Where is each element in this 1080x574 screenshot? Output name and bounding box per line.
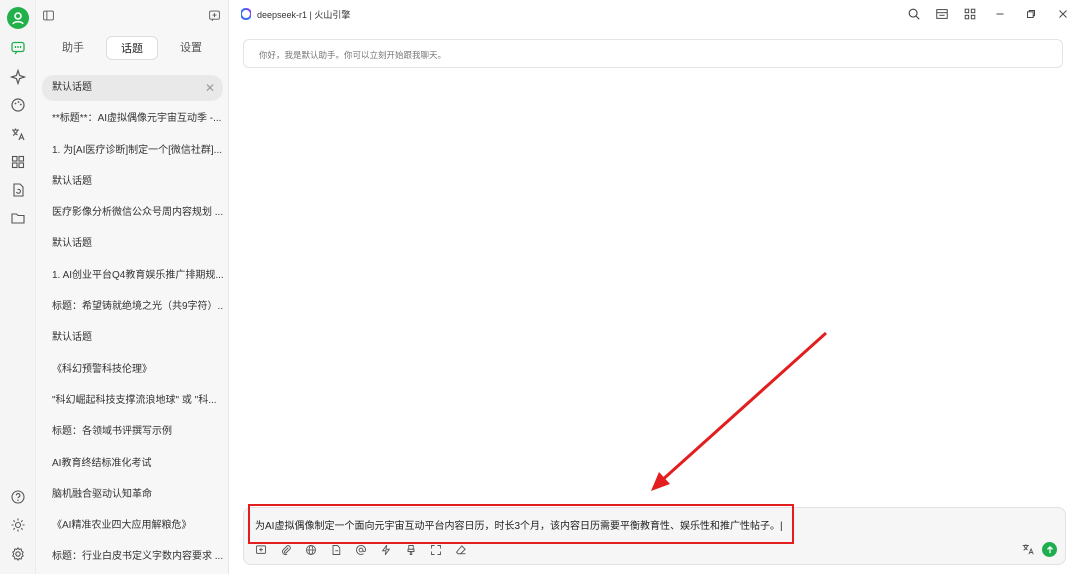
- brightness-icon[interactable]: [10, 517, 26, 533]
- highlight-box: [248, 504, 794, 544]
- topic-item[interactable]: 标题：各领域书评撰写示例: [42, 419, 223, 450]
- title-bar: deepseek-r1 | 火山引擎: [229, 0, 1080, 28]
- close-icon[interactable]: ✕: [205, 75, 215, 101]
- topic-item[interactable]: **标题**：AI虚拟偶像元宇宙互动季 -...: [42, 106, 223, 137]
- window-title: deepseek-r1 | 火山引擎: [257, 10, 351, 20]
- sparkle-icon[interactable]: [10, 69, 26, 85]
- user-icon: [12, 12, 24, 25]
- topic-label: 默认话题: [52, 82, 92, 93]
- eraser-icon[interactable]: [454, 543, 468, 557]
- tab-settings[interactable]: 设置: [165, 36, 217, 60]
- topic-list: 默认话题 ✕ **标题**：AI虚拟偶像元宇宙互动季 -... 1. 为[AI医疗…: [42, 75, 223, 574]
- topics-panel: 助手 话题 设置 默认话题 ✕ **标题**：AI虚拟偶像元宇宙互动季 -... …: [36, 0, 229, 574]
- translate-icon[interactable]: [1021, 542, 1035, 556]
- send-button[interactable]: [1042, 542, 1057, 557]
- icon-rail: [0, 0, 36, 574]
- topic-item[interactable]: AI教育终结标准化考试: [42, 451, 223, 482]
- minimize-icon[interactable]: [992, 6, 1008, 22]
- restore-icon[interactable]: [1023, 6, 1039, 22]
- web-search-icon[interactable]: [304, 543, 318, 557]
- topic-item[interactable]: 标题：希望铸就绝境之光（共9字符）...: [42, 294, 223, 325]
- user-avatar[interactable]: [7, 7, 29, 29]
- topic-item[interactable]: 脑机融合驱动认知革命: [42, 482, 223, 513]
- knowledge-base-icon[interactable]: [329, 543, 343, 557]
- topic-item[interactable]: 《AI精准农业四大应用解粮危》: [42, 513, 223, 544]
- topic-item[interactable]: 默认话题: [42, 169, 223, 200]
- help-icon[interactable]: [10, 489, 26, 505]
- tab-topics[interactable]: 话题: [106, 36, 158, 60]
- chat-icon[interactable]: [10, 40, 26, 56]
- panel-tabs: 助手 话题 设置: [36, 36, 229, 60]
- clear-brush-icon[interactable]: [404, 543, 418, 557]
- topic-item[interactable]: 标题：行业白皮书定义字数内容要求 ...: [42, 544, 223, 574]
- apps-grid-icon[interactable]: [962, 6, 978, 22]
- attachment-icon[interactable]: [279, 543, 293, 557]
- new-topic-icon[interactable]: [206, 7, 222, 23]
- arrow-up-icon: [1046, 545, 1053, 553]
- collapse-sidebar-icon[interactable]: [40, 7, 56, 23]
- mention-icon[interactable]: [354, 543, 368, 557]
- settings-gear-icon[interactable]: [10, 546, 26, 562]
- topic-item[interactable]: 默认话题: [42, 231, 223, 262]
- model-logo-icon: [241, 8, 251, 20]
- translate-icon[interactable]: [10, 126, 26, 142]
- topic-item[interactable]: "科幻崛起科技支撑流浪地球" 或 "科...: [42, 388, 223, 419]
- expand-icon[interactable]: [429, 543, 443, 557]
- close-window-icon[interactable]: [1055, 6, 1071, 22]
- palette-icon[interactable]: [10, 97, 26, 113]
- apps-grid-icon[interactable]: [10, 154, 26, 170]
- quick-phrase-icon[interactable]: [379, 543, 393, 557]
- folder-icon[interactable]: [10, 210, 26, 226]
- tab-assistant[interactable]: 助手: [47, 36, 99, 60]
- topic-item[interactable]: 默认话题: [42, 325, 223, 356]
- topic-item[interactable]: 默认话题 ✕: [42, 75, 223, 101]
- topic-item[interactable]: 《科幻预警科技伦理》: [42, 357, 223, 388]
- file-sync-icon[interactable]: [10, 182, 26, 198]
- assistant-greeting: 你好，我是默认助手。你可以立刻开始跟我聊天。: [243, 39, 1063, 68]
- new-topic-icon[interactable]: [254, 543, 268, 557]
- chat-main: deepseek-r1 | 火山引擎 你好，我是默认助手。你可以立刻开始跟我聊天…: [229, 0, 1080, 574]
- panel-toolbar: [36, 0, 229, 30]
- topic-item[interactable]: 1. AI创业平台Q4教育娱乐推广排期规...: [42, 263, 223, 294]
- layout-toggle-icon[interactable]: [934, 6, 950, 22]
- search-icon[interactable]: [906, 6, 922, 22]
- topic-item[interactable]: 1. 为[AI医疗诊断]制定一个[微信社群]...: [42, 138, 223, 169]
- topic-item[interactable]: 医疗影像分析微信公众号周内容规划 ...: [42, 200, 223, 231]
